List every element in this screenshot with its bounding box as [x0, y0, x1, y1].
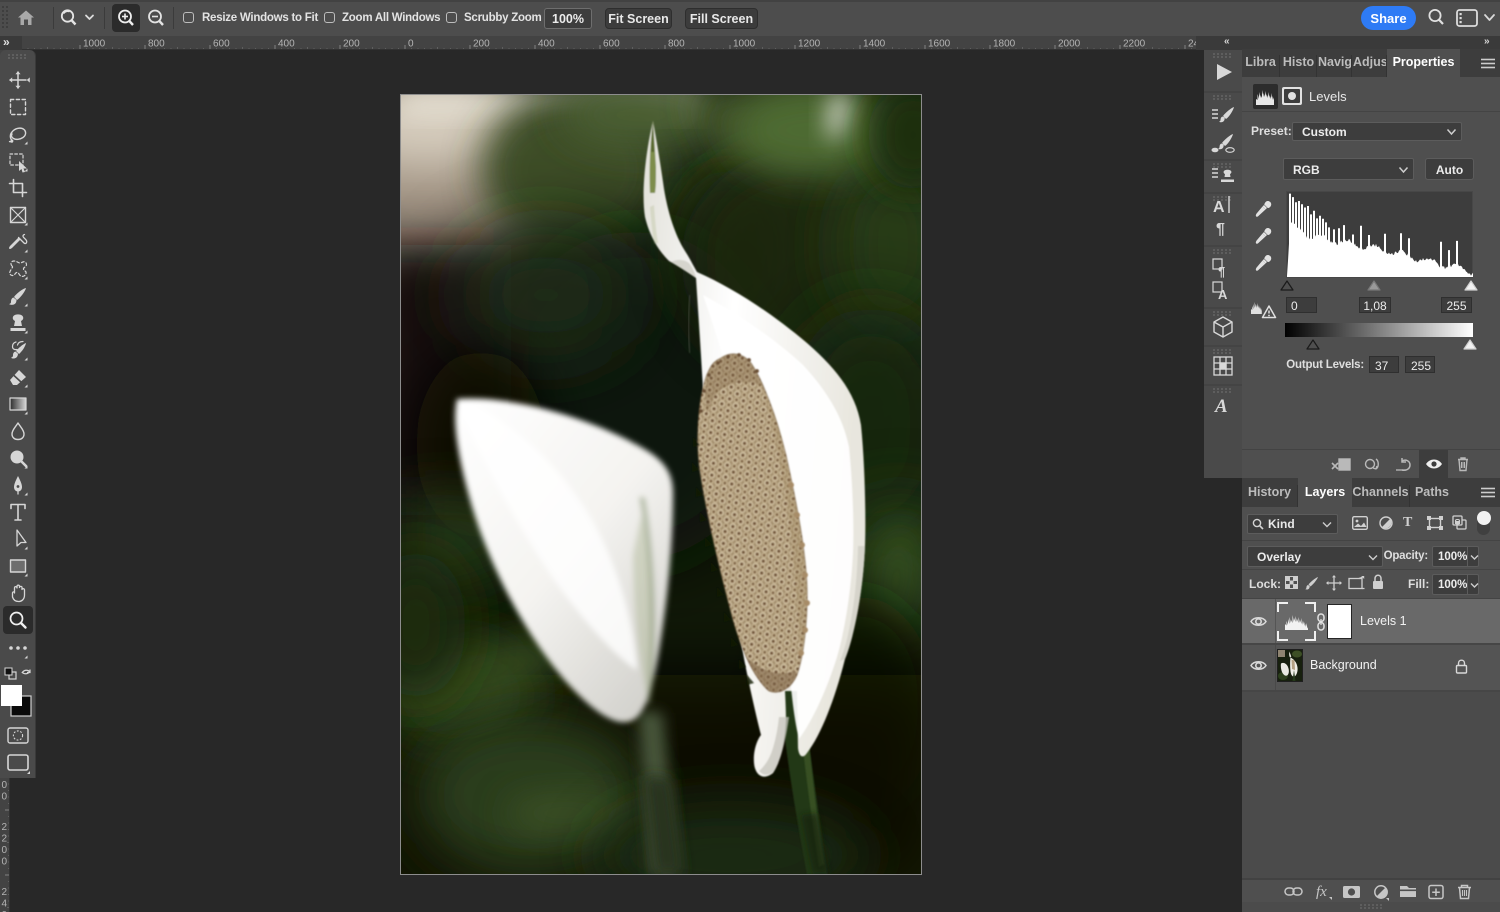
svg-text:2200: 2200	[1123, 39, 1146, 50]
svg-text:A: A	[1214, 396, 1228, 417]
svg-text:1000: 1000	[733, 39, 756, 50]
svg-text:200: 200	[473, 39, 490, 50]
svg-text:fx: fx	[1316, 884, 1327, 900]
svg-text:2: 2	[2, 822, 8, 833]
svg-text:400: 400	[278, 39, 295, 50]
svg-text:1200: 1200	[798, 39, 821, 50]
svg-text:0: 0	[2, 780, 8, 791]
svg-text:400: 400	[538, 39, 555, 50]
svg-text:2000: 2000	[1058, 39, 1081, 50]
svg-text:2: 2	[2, 834, 8, 845]
svg-text:200: 200	[343, 39, 360, 50]
svg-text:0: 0	[408, 39, 414, 50]
svg-text:0: 0	[2, 857, 8, 868]
svg-text:600: 600	[603, 39, 620, 50]
svg-text:¶: ¶	[1216, 221, 1225, 238]
svg-text:¶: ¶	[1218, 264, 1225, 279]
svg-text:4: 4	[2, 899, 8, 910]
svg-text:A: A	[1218, 287, 1228, 302]
svg-text:0: 0	[2, 845, 8, 856]
svg-text:1800: 1800	[993, 39, 1016, 50]
svg-text:1400: 1400	[863, 39, 886, 50]
svg-text:600: 600	[213, 39, 230, 50]
svg-text:A: A	[1213, 199, 1225, 216]
svg-text:800: 800	[148, 39, 165, 50]
svg-text:1000: 1000	[83, 39, 106, 50]
svg-text:2: 2	[2, 887, 8, 898]
svg-text:2400: 2400	[1188, 39, 1196, 50]
svg-text:1600: 1600	[928, 39, 951, 50]
svg-text:800: 800	[668, 39, 685, 50]
svg-text:0: 0	[2, 792, 8, 803]
